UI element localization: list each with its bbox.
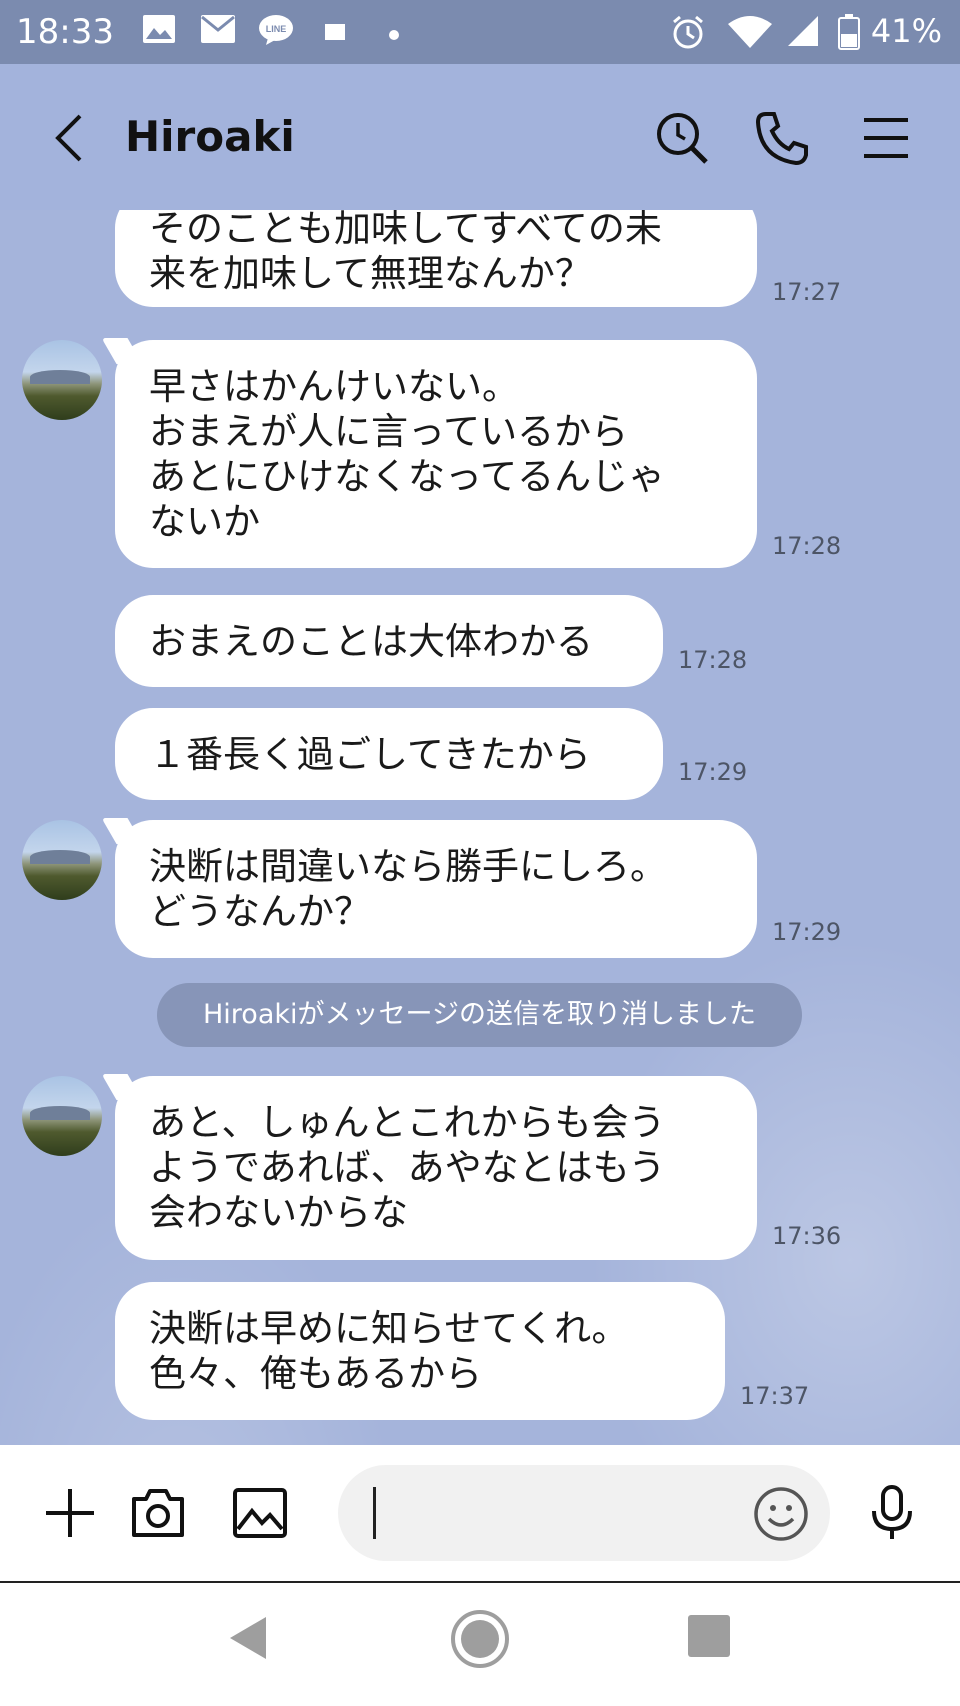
status-time: 18:33 [16, 12, 114, 52]
mail-notification-icon [200, 14, 236, 48]
unsend-notice: Hiroakiがメッセージの送信を取り消しました [157, 983, 802, 1047]
message-time: 17:27 [772, 278, 842, 306]
emoji-icon[interactable] [752, 1485, 812, 1545]
message-bubble[interactable]: 決断は間違いなら勝手にしろ。 どうなんか？ [115, 820, 757, 958]
plus-icon[interactable] [40, 1483, 100, 1543]
phone-call-icon[interactable] [752, 108, 812, 168]
message-time: 17:28 [772, 532, 842, 560]
contact-name: Hiroaki [125, 112, 295, 161]
message-bubble[interactable]: おまえのことは大体わかる [115, 595, 663, 687]
alarm-icon [670, 14, 706, 54]
message-time: 17:37 [740, 1382, 810, 1410]
back-arrow-icon[interactable] [40, 108, 100, 168]
signal-icon [786, 14, 820, 52]
avatar[interactable] [22, 1076, 102, 1156]
system-navigation-bar [0, 1583, 960, 1706]
message-bubble[interactable]: 早さはかんけいない。 おまえが人に言っているから あとにひけなくなってるんじゃ … [115, 340, 757, 568]
line-notification-icon: LINE [258, 14, 294, 50]
dot-notification-icon [388, 26, 400, 45]
message-time: 17:29 [678, 758, 748, 786]
svg-text:LINE: LINE [266, 24, 287, 34]
chat-header: Hiroaki [0, 64, 960, 210]
message-input-bar [0, 1445, 960, 1583]
message-bubble[interactable]: １番長く過ごしてきたから [115, 708, 663, 800]
message-bubble[interactable]: あと、しゅんとこれからも会う ようであれば、あやなとはもう 会わないからな [115, 1076, 757, 1260]
stop-notification-icon [325, 24, 345, 44]
text-caret [373, 1487, 376, 1539]
chat-message-list[interactable]: そのことも加味してすべての未 来を加味して無理なんか？ 17:27 早さはかんけ… [0, 210, 960, 1445]
battery-percent: 41% [870, 12, 942, 50]
menu-icon[interactable] [856, 108, 916, 168]
battery-icon [838, 14, 860, 54]
microphone-icon[interactable] [862, 1483, 922, 1543]
search-icon[interactable] [652, 108, 712, 168]
nav-back-icon[interactable] [226, 1613, 270, 1667]
message-bubble[interactable]: そのことも加味してすべての未 来を加味して無理なんか？ [115, 210, 757, 307]
message-time: 17:29 [772, 918, 842, 946]
image-icon[interactable] [230, 1483, 290, 1543]
camera-icon[interactable] [128, 1483, 188, 1543]
status-bar: 18:33 LINE 41% [0, 0, 960, 64]
avatar[interactable] [22, 340, 102, 420]
wifi-icon [726, 14, 774, 54]
nav-home-icon[interactable] [450, 1609, 510, 1673]
gallery-notification-icon [142, 14, 176, 48]
avatar[interactable] [22, 820, 102, 900]
nav-recents-icon[interactable] [688, 1615, 730, 1661]
message-time: 17:28 [678, 646, 748, 674]
message-time: 17:36 [772, 1222, 842, 1250]
message-bubble[interactable]: 決断は早めに知らせてくれ。 色々、俺もあるから [115, 1282, 725, 1420]
